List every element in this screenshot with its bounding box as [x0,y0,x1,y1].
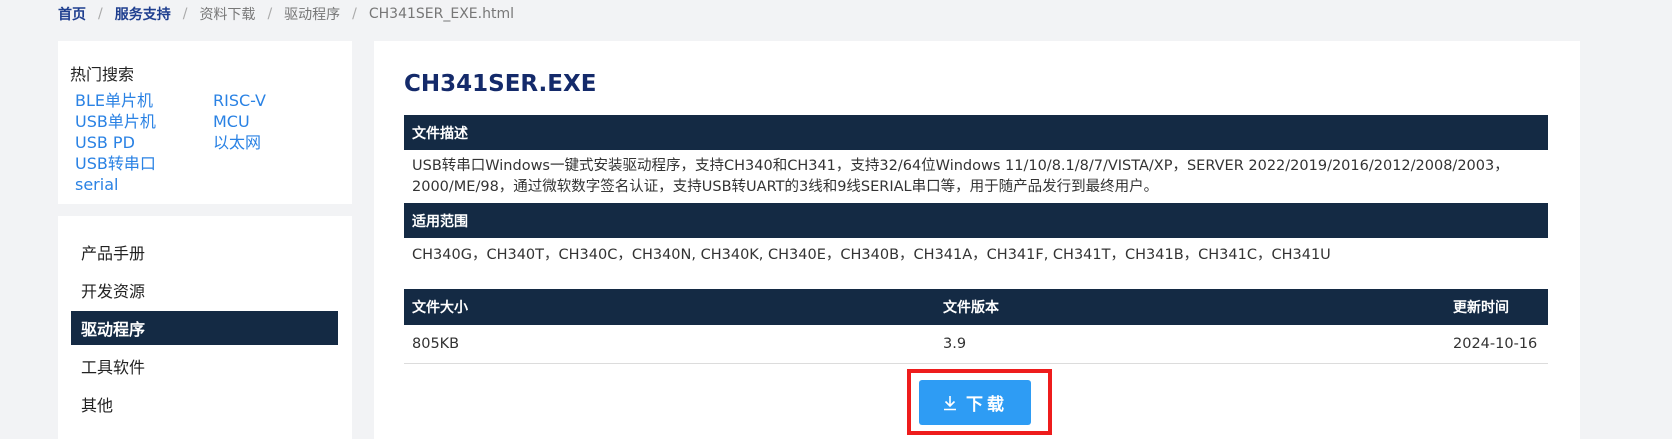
page-title: CH341SER.EXE [404,71,597,97]
description-header: 文件描述 [404,115,1548,150]
breadcrumb: 首页 / 服务支持 / 资料下载 / 驱动程序 / CH341SER_EXE.h… [58,4,514,24]
hot-search-link-usb-serial[interactable]: USB转串口 [75,153,156,174]
file-meta-header: 文件大小 文件版本 更新时间 [404,289,1548,325]
breadcrumb-support-link[interactable]: 服务支持 [115,4,171,24]
breadcrumb-home-link[interactable]: 首页 [58,4,86,24]
hot-search-link-ethernet[interactable]: 以太网 [213,132,266,153]
hot-search-panel: 热门搜索 BLE单片机 USB单片机 USB PD USB转串口 serial … [58,41,352,204]
hot-search-column: RISC-V MCU 以太网 [213,90,266,153]
breadcrumb-separator: / [98,6,103,22]
description-line: USB转串口Windows一键式安装驱动程序，支持CH340和CH341，支持3… [412,158,1509,174]
hot-search-link-serial[interactable]: serial [75,174,156,195]
description-line: 2000/ME/98，通过微软数字签名认证，支持USB转UART的3线和9线SE… [412,179,1159,195]
download-button[interactable]: 下载 [919,380,1031,425]
side-menu-item-other[interactable]: 其他 [71,387,338,421]
scope-header: 适用范围 [404,203,1548,238]
breadcrumb-current: CH341SER_EXE.html [368,6,514,22]
side-menu: 产品手册 开发资源 驱动程序 工具软件 其他 [58,216,352,439]
breadcrumb-downloads[interactable]: 资料下载 [199,4,255,24]
side-menu-item-dev-resources[interactable]: 开发资源 [71,273,338,307]
scope-text: CH340G，CH340T，CH340C，CH340N, CH340K, CH3… [412,247,1331,263]
hot-search-link-usb-pd[interactable]: USB PD [75,132,156,153]
file-version-value: 3.9 [943,336,967,352]
hot-search-title: 热门搜索 [70,65,135,84]
description-text: USB转串口Windows一键式安装驱动程序，支持CH340和CH341，支持3… [412,156,1544,198]
updated-date-value: 2024-10-16 [1453,336,1538,352]
side-menu-item-drivers[interactable]: 驱动程序 [71,311,338,345]
breadcrumb-drivers[interactable]: 驱动程序 [284,4,340,24]
size-label: 文件大小 [412,300,468,316]
hot-search-link-ble-mcu[interactable]: BLE单片机 [75,90,156,111]
hot-search-column: BLE单片机 USB单片机 USB PD USB转串口 serial [75,90,156,195]
version-label: 文件版本 [943,300,999,316]
file-size-value: 805KB [412,336,460,352]
hot-search-link-risc-v[interactable]: RISC-V [213,90,266,111]
hot-search-link-mcu[interactable]: MCU [213,111,266,132]
breadcrumb-separator: / [352,6,357,22]
file-meta-row: 805KB 3.9 2024-10-16 [404,325,1548,364]
side-menu-item-manuals[interactable]: 产品手册 [71,235,338,269]
file-detail-panel: CH341SER.EXE 文件描述 USB转串口Windows一键式安装驱动程序… [374,41,1580,439]
breadcrumb-separator: / [182,6,188,22]
hot-search-link-usb-mcu[interactable]: USB单片机 [75,111,156,132]
updated-label: 更新时间 [1453,300,1509,316]
side-menu-item-tools[interactable]: 工具软件 [71,349,338,383]
download-icon [942,395,958,411]
breadcrumb-separator: / [267,6,273,22]
download-label: 下载 [966,395,1008,415]
